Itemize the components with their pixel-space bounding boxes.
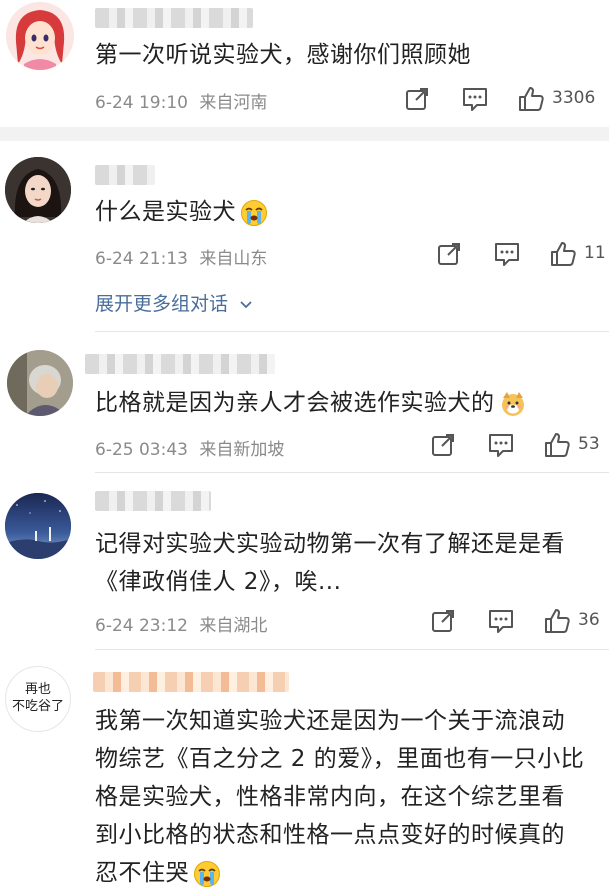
share-icon[interactable] (428, 430, 458, 460)
cartoon-girl-avatar (6, 2, 74, 70)
avatar-text-line: 再也 (24, 682, 51, 697)
comment-meta: 6-24 19:10 来自河南 (95, 88, 267, 113)
comment-text-content: 什么是实验犬 (95, 199, 236, 225)
comment-text-line: 记得对实验犬实验动物第一次有了解还是是看 (95, 531, 565, 557)
comment-location: 来自山东 (199, 249, 268, 269)
comment-icon[interactable] (486, 606, 516, 636)
comment-text-line: 《律政俏佳人 2》，唉... (95, 569, 342, 595)
expand-conversation-link[interactable]: 展开更多组对话 (95, 289, 254, 316)
old-person-photo-avatar (7, 350, 73, 416)
comment-time: 6-25 03:43 (95, 440, 188, 460)
comment-text: 什么是实验犬 (95, 193, 268, 231)
comment-text: 第一次听说实验犬，感谢你们照顾她 (95, 42, 471, 68)
like-count: 36 (578, 610, 600, 630)
like-count: 3306 (552, 88, 596, 108)
comment-text: 比格就是因为亲人才会被选作实验犬的 (95, 384, 527, 422)
like-icon[interactable] (542, 430, 572, 460)
comment-item: 记得对实验犬实验动物第一次有了解还是是看 《律政俏佳人 2》，唉... 6-24… (0, 473, 609, 649)
like-count: 11 (584, 243, 606, 263)
avatar[interactable] (5, 157, 71, 223)
like-icon[interactable] (516, 84, 546, 114)
dog-face-icon (499, 390, 527, 418)
comment-meta: 6-25 03:43 来自新加坡 (95, 435, 284, 460)
like-count: 53 (578, 434, 600, 454)
share-icon[interactable] (402, 84, 432, 114)
avatar[interactable] (6, 2, 74, 70)
avatar[interactable] (5, 493, 71, 559)
comment-text-content: 忍不住哭 (95, 860, 189, 886)
comment-item: 比格就是因为亲人才会被选作实验犬的 6-25 03:43 来自新加坡 53 (0, 332, 609, 472)
comment-text-line: 忍不住哭 (95, 854, 584, 892)
comment-item: 第一次听说实验犬，感谢你们照顾她 6-24 19:10 来自河南 3306 (0, 0, 609, 126)
night-sky-avatar (5, 493, 71, 559)
comment-text: 记得对实验犬实验动物第一次有了解还是是看 《律政俏佳人 2》，唉... (95, 525, 565, 601)
comment-icon[interactable] (486, 430, 516, 460)
comment-text-line: 到小比格的状态和性格一点点变好的时候真的 (95, 822, 565, 848)
username-blurred[interactable] (95, 8, 253, 28)
share-icon[interactable] (428, 606, 458, 636)
section-divider (0, 127, 609, 141)
username-blurred[interactable] (95, 491, 211, 511)
comment-time: 6-24 21:13 (95, 249, 188, 269)
like-icon[interactable] (548, 239, 578, 269)
comment-location: 来自新加坡 (199, 440, 285, 460)
crying-face-icon (193, 860, 221, 888)
avatar-text-line: 不吃谷了 (11, 699, 64, 714)
comment-text: 我第一次知道实验犬还是因为一个关于流浪动 物综艺《百之分之 2 的爱》，里面也有… (95, 702, 584, 892)
comment-actions: 36 (428, 606, 606, 636)
expand-label: 展开更多组对话 (95, 293, 229, 315)
comment-text-content: 比格就是因为亲人才会被选作实验犬的 (95, 390, 495, 416)
comment-item: 再也 不吃谷了 我第一次知道实验犬还是因为一个关于流浪动 物综艺《百之分之 2 … (0, 650, 609, 880)
comment-meta: 6-24 21:13 来自山东 (95, 244, 267, 269)
comment-time: 6-24 23:12 (95, 616, 188, 636)
comment-meta: 6-24 23:12 来自湖北 (95, 611, 267, 636)
comment-location: 来自湖北 (199, 616, 268, 636)
comment-text-line: 我第一次知道实验犬还是因为一个关于流浪动 (95, 708, 565, 734)
comment-actions: 53 (428, 430, 606, 460)
avatar[interactable]: 再也 不吃谷了 (5, 666, 71, 732)
comment-time: 6-24 19:10 (95, 93, 188, 113)
woman-photo-avatar (5, 157, 71, 223)
comment-icon[interactable] (460, 84, 490, 114)
comment-text-line: 物综艺《百之分之 2 的爱》，里面也有一只小比 (95, 746, 585, 772)
comment-actions: 11 (434, 239, 606, 269)
avatar-text: 再也 不吃谷了 (6, 681, 70, 715)
username-blurred[interactable] (85, 354, 275, 374)
avatar[interactable] (7, 350, 73, 416)
comment-item: 什么是实验犬 6-24 21:13 来自山东 11 展开更多组对话 (0, 141, 609, 331)
comment-actions: 3306 (400, 84, 605, 114)
comment-text-line: 格是实验犬，性格非常内向，在这个综艺里看 (95, 784, 565, 810)
crying-face-icon (240, 199, 268, 227)
share-icon[interactable] (434, 239, 464, 269)
chevron-down-icon (238, 297, 254, 313)
username-blurred[interactable] (93, 672, 289, 692)
username-blurred[interactable] (95, 165, 155, 185)
comment-icon[interactable] (492, 239, 522, 269)
comment-location: 来自河南 (199, 93, 268, 113)
like-icon[interactable] (542, 606, 572, 636)
